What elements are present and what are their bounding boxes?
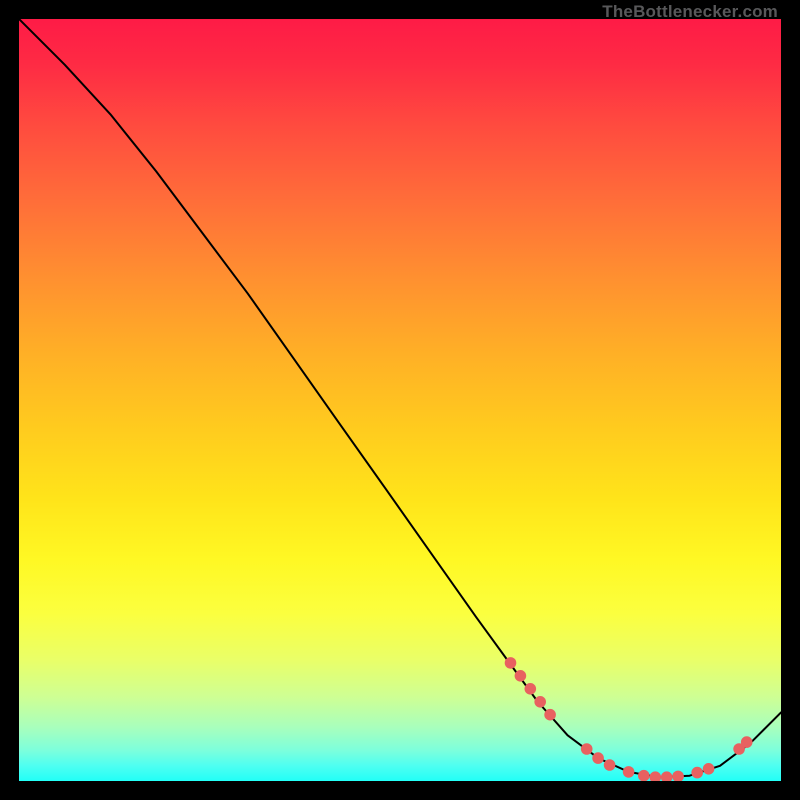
drag-handle[interactable] <box>505 657 517 669</box>
drag-handle[interactable] <box>515 670 527 682</box>
drag-handle[interactable] <box>703 763 715 775</box>
drag-handle[interactable] <box>661 771 673 781</box>
drag-handle[interactable] <box>525 683 537 695</box>
drag-handle[interactable] <box>534 696 546 708</box>
drag-handle[interactable] <box>650 771 662 781</box>
drag-handle[interactable] <box>691 767 703 779</box>
drag-handle[interactable] <box>581 743 593 755</box>
drag-handle[interactable] <box>604 759 616 771</box>
chart-svg <box>19 19 781 781</box>
bottleneck-curve <box>19 19 781 777</box>
chart-container: TheBottlenecker.com <box>0 0 800 800</box>
plot-area <box>19 19 781 781</box>
drag-handle[interactable] <box>592 752 604 764</box>
drag-handle[interactable] <box>741 736 753 748</box>
drag-handle[interactable] <box>623 766 635 778</box>
drag-handle[interactable] <box>544 709 556 721</box>
drag-handles-group[interactable] <box>505 657 753 781</box>
drag-handle[interactable] <box>672 771 684 781</box>
drag-handle[interactable] <box>638 770 650 781</box>
